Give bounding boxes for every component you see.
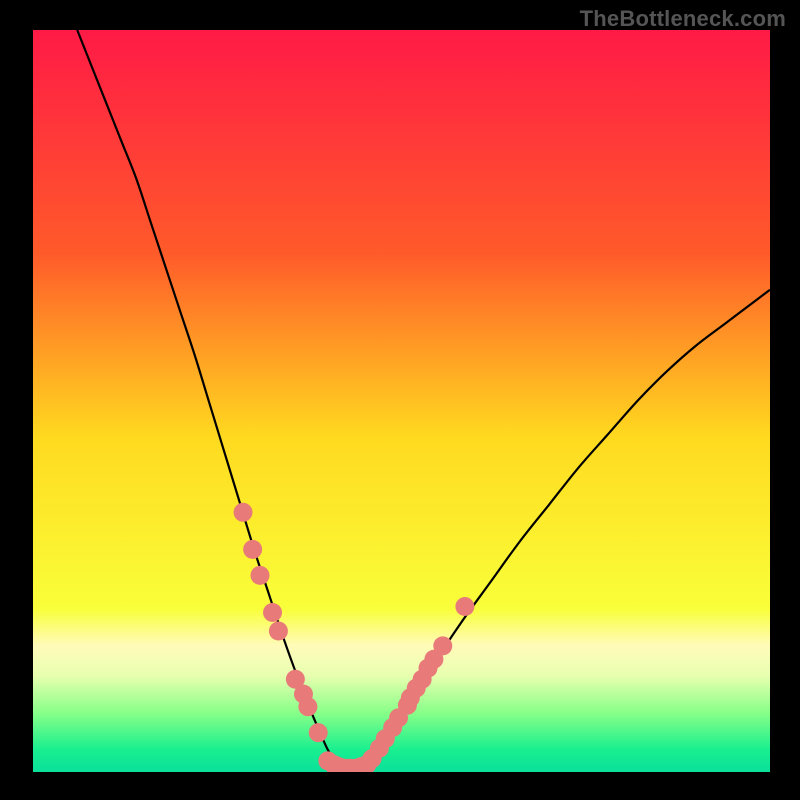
plot-background (33, 30, 770, 772)
data-point (243, 540, 262, 559)
data-point (251, 566, 270, 585)
data-point (433, 636, 452, 655)
data-point (455, 597, 474, 616)
chart-frame: TheBottleneck.com (0, 0, 800, 800)
data-point (309, 723, 328, 742)
data-point (269, 622, 288, 641)
data-point (263, 603, 282, 622)
watermark-label: TheBottleneck.com (580, 6, 786, 32)
data-point (298, 697, 317, 716)
plot-svg (0, 0, 800, 800)
data-point (234, 503, 253, 522)
